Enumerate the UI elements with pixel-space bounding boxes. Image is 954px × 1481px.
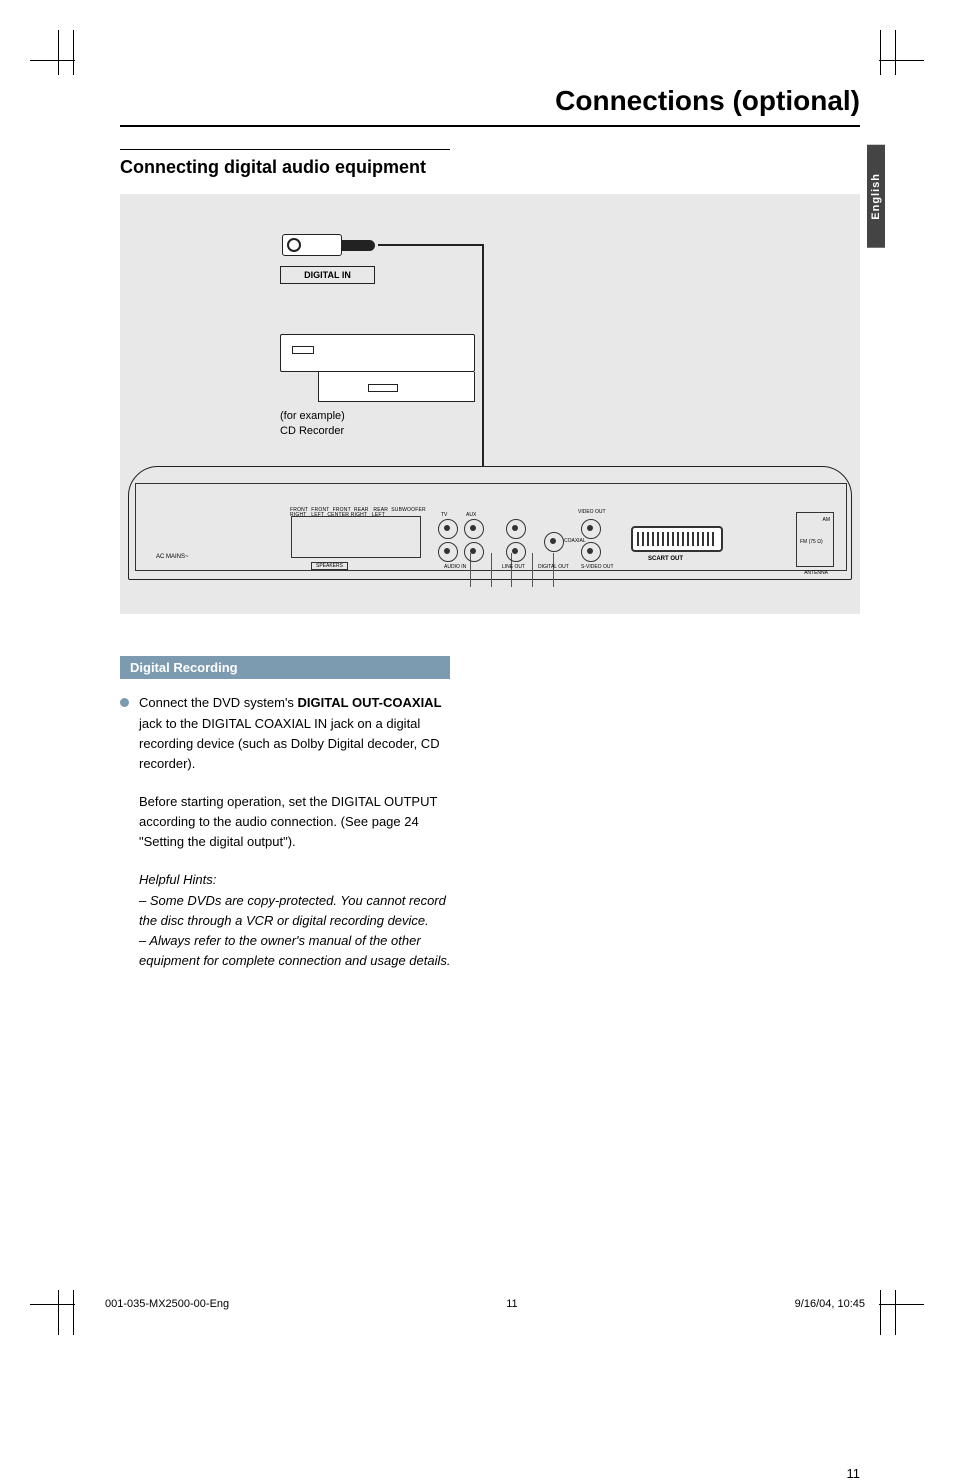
cable-line [482, 244, 484, 494]
tv-label: TV [441, 512, 447, 518]
fm-label: FM (75 Ω) [800, 539, 830, 545]
paragraph: Before starting operation, set the DIGIT… [120, 792, 460, 852]
svideo-jack [581, 542, 601, 562]
example-text: (for example) [280, 410, 345, 422]
cd-recorder-icon [280, 334, 475, 404]
line-out-label: LINE OUT [502, 564, 525, 570]
section-heading: Connecting digital audio equipment [120, 156, 450, 179]
audio-jacks [438, 542, 484, 562]
footer-timestamp: 9/16/04, 10:45 [795, 1298, 865, 1310]
footer-page: 11 [506, 1298, 517, 1310]
svideo-label: S-VIDEO OUT [581, 564, 614, 570]
antenna-terminals: AM FM (75 Ω) [796, 512, 834, 567]
speakers-badge: SPEAKERS [311, 562, 348, 570]
paragraph: Connect the DVD system's DIGITAL OUT-COA… [139, 693, 460, 774]
coaxial-plug-icon [282, 234, 342, 261]
hint-item: – Always refer to the owner's manual of … [139, 931, 460, 971]
hints-block: Helpful Hints: – Some DVDs are copy-prot… [120, 870, 460, 971]
title-rule [120, 125, 860, 127]
page-title: Connections (optional) [120, 85, 860, 117]
hints-title: Helpful Hints: [139, 870, 460, 890]
text: Connect the DVD system's [139, 695, 298, 710]
scart-label: SCART OUT [648, 556, 683, 562]
ac-mains-label: AC MAINS~ [156, 554, 189, 560]
aux-label: AUX [466, 512, 476, 518]
am-label: AM [823, 517, 831, 523]
section-heading-wrap: Connecting digital audio equipment [120, 149, 450, 179]
hint-item: – Some DVDs are copy-protected. You cann… [139, 891, 460, 931]
cable-label: DIGITAL IN [280, 266, 375, 284]
line-out-jacks [506, 542, 526, 562]
language-tab: English [867, 145, 885, 248]
text-bold: DIGITAL OUT-COAXIAL [298, 695, 442, 710]
audio-jacks [438, 519, 484, 539]
body-text: Connect the DVD system's DIGITAL OUT-COA… [120, 693, 460, 971]
sub-heading: Digital Recording [120, 656, 450, 679]
audio-in-label: AUDIO IN [444, 564, 466, 570]
footer-filename: 001-035-MX2500-00-Eng [105, 1298, 229, 1310]
example-text: CD Recorder [280, 425, 344, 437]
scart-connector [631, 526, 723, 552]
page-number: 11 [847, 1466, 861, 1481]
text: jack to the DIGITAL COAXIAL IN jack on a… [139, 716, 440, 771]
dvd-rear-panel: AC MAINS~ FRONT FRONT FRONT REAR REAR SU… [128, 466, 852, 580]
cable-line [378, 244, 484, 246]
line-out-jacks [506, 519, 526, 539]
video-out-jack [581, 519, 601, 539]
digital-out-jack [544, 532, 564, 552]
cd-recorder-label: (for example) CD Recorder [280, 409, 345, 439]
footer: 001-035-MX2500-00-Eng 11 9/16/04, 10:45 [105, 1298, 865, 1310]
video-out-label: VIDEO OUT [578, 509, 606, 515]
bullet-icon [120, 698, 129, 707]
antenna-label: ANTENNA [804, 570, 828, 576]
connection-diagram: DIGITAL IN (for example) CD Recorder AC … [120, 194, 860, 614]
speaker-terminals [291, 516, 421, 558]
digital-out-label: DIGITAL OUT [538, 564, 569, 570]
